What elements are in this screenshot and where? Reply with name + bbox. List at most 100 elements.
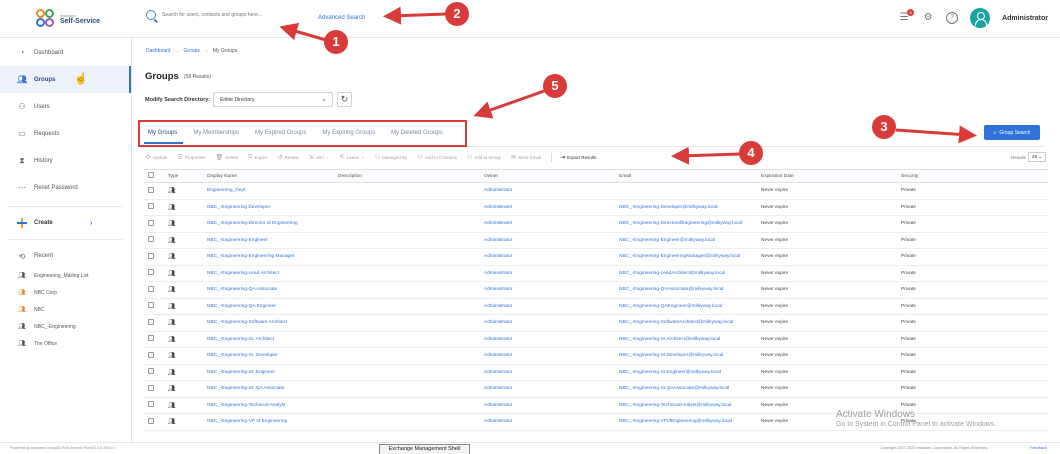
user-name[interactable]: Administrator [1002, 15, 1048, 22]
advanced-search-link[interactable]: Advanced Search [318, 15, 365, 21]
recent-item[interactable]: 👥︎ Engineering_Mailing List [0, 267, 131, 284]
expire-button[interactable]: ⏲ Expire [248, 154, 267, 161]
display-name-cell[interactable]: NBC_-Engineering-Sr. QA Associate [203, 380, 334, 398]
owner-cell[interactable]: Administrator [480, 298, 615, 315]
row-checkbox[interactable] [148, 401, 154, 408]
email-cell[interactable]: NBC_-Engineering-TechnicalAnalyst@milkyw… [615, 397, 757, 414]
row-checkbox[interactable] [148, 186, 154, 193]
display-name-cell[interactable]: NBC_-Engineering-Sr. Architect [203, 331, 334, 348]
email-cell[interactable]: NBC_-Engineering-Developer@milkyway.loca… [615, 199, 757, 216]
display-name-cell[interactable]: NBC_-Engineering-Sr. Engineer [203, 364, 334, 381]
delete-button[interactable]: 🗑︎ Delete [215, 154, 238, 161]
taskbar-exchange-shell[interactable]: Exchange Management Shell [379, 444, 470, 454]
group-search-button[interactable]: ⌕ Group Search [984, 125, 1040, 140]
display-name-cell[interactable]: NBC_-Engineering-Lead Architect [203, 265, 334, 282]
table-row[interactable] [144, 430, 1048, 442]
user-avatar[interactable] [970, 8, 991, 28]
properties-button[interactable]: ☰ Properties [178, 154, 206, 161]
export-results-button[interactable]: ⇥ Export Results [560, 154, 596, 161]
results-per-page-select[interactable]: 25 ⌄ [1027, 152, 1046, 162]
managed-by-button[interactable]: ⚇ Managed By [375, 154, 408, 161]
display-name-cell[interactable]: NBC_-Engineering-VP of Engineering [203, 413, 334, 431]
owner-cell[interactable]: Administrator [480, 397, 615, 414]
add-to-contacts-button[interactable]: ⚇ Add to Contacts [417, 154, 456, 161]
display-name-cell[interactable]: NBC_-Engineering-Engineer [203, 232, 334, 249]
table-row[interactable]: 👥︎ NBC_-Engineering-Sr. Developer Administ… [144, 347, 1048, 365]
row-checkbox[interactable] [148, 285, 154, 292]
table-row[interactable]: 👥︎ NBC_-Engineering-Director of Engineeri… [144, 215, 1048, 233]
notifications-icon[interactable]: ☰ 8 [898, 9, 915, 24]
update-button[interactable]: ⟳ Update [146, 154, 168, 161]
owner-cell[interactable]: Administrator [480, 413, 615, 431]
column-header-owner[interactable]: Owner [480, 169, 615, 183]
add-to-group-button[interactable]: ⚇ Add to Group [467, 154, 501, 161]
owner-cell[interactable]: Administrator [480, 331, 615, 348]
email-cell[interactable]: NBC_-Engineering-Sr.Developer@milkyway.l… [615, 347, 757, 365]
owner-cell[interactable]: Administrator [480, 281, 615, 299]
row-checkbox[interactable] [148, 384, 154, 391]
row-checkbox[interactable] [148, 351, 154, 358]
select-all-checkbox[interactable] [148, 172, 154, 178]
owner-cell[interactable]: Administrator [480, 314, 615, 332]
breadcrumb-dashboard[interactable]: Dashboard [146, 48, 170, 54]
display-name-cell[interactable]: NBC_-Engineering-Software Architect [203, 314, 334, 332]
row-checkbox[interactable] [148, 417, 154, 424]
table-row[interactable]: 👥︎ NBC_-Engineering-Engineer Administrator… [144, 232, 1048, 249]
renew-button[interactable]: ↺ Renew [278, 154, 299, 161]
row-checkbox[interactable] [148, 252, 154, 259]
sidebar-item-reset-password[interactable]: ⋯ Reset Password [0, 174, 131, 201]
sidebar-item-requests[interactable]: ▭ Requests [0, 120, 131, 147]
column-header-description[interactable]: Description [334, 169, 480, 183]
row-checkbox[interactable] [148, 269, 154, 276]
display-name-cell[interactable]: NBC_-Engineering-Sr. Developer [203, 347, 334, 365]
refresh-button[interactable]: ↻ [337, 92, 352, 107]
table-row[interactable]: 👥︎ NBC_-Engineering-Lead Architect Adminis… [144, 265, 1048, 282]
column-header-type[interactable]: Type [164, 169, 203, 183]
owner-cell[interactable]: Administrator [480, 364, 615, 381]
recent-item[interactable]: 👥︎ The Office [0, 335, 131, 352]
row-checkbox[interactable] [148, 368, 154, 375]
email-cell[interactable]: NBC_-Engineering-Engineer@milkyway.local [615, 232, 757, 249]
column-header-email[interactable]: Email [615, 169, 757, 183]
owner-cell[interactable] [480, 430, 615, 442]
row-checkbox[interactable] [148, 318, 154, 325]
table-row[interactable]: 👥︎ Engineering_Dept Administrator Never exp… [144, 182, 1048, 200]
display-name-cell[interactable]: Engineering_Dept [203, 182, 334, 200]
recent-item[interactable]: 👥︎ NBC_-Engineering [0, 318, 131, 335]
email-cell[interactable]: NBC_-Engineering-EngineeringManager@milk… [615, 248, 757, 266]
leave-button[interactable]: ⇱ Leave ⌄ [340, 154, 365, 161]
owner-cell[interactable]: Administrator [480, 265, 615, 282]
display-name-cell[interactable]: NBC_-Engineering Developer [203, 199, 334, 216]
table-row[interactable]: 👥︎ NBC_-Engineering-QA Associate Administr… [144, 281, 1048, 299]
column-header-display-name[interactable]: Display Name [203, 169, 334, 183]
sidebar-item-groups[interactable]: 👥︎ Groups [0, 66, 131, 93]
row-checkbox[interactable] [148, 203, 154, 210]
email-cell[interactable]: NBC_-Engineering-SoftwareArchitect@milky… [615, 314, 757, 332]
recent-item[interactable]: 👥︎ NBC Corp [0, 284, 131, 301]
email-cell[interactable]: NBC_-Engineering-DirectorofEngineering@m… [615, 215, 757, 233]
recent-item[interactable]: 👥︎ NBC [0, 301, 131, 318]
owner-cell[interactable]: Administrator [480, 215, 615, 233]
row-checkbox[interactable] [148, 335, 154, 342]
table-row[interactable]: 👥︎ NBC_-Engineering-Sr. QA Associate Admin… [144, 380, 1048, 398]
row-checkbox[interactable] [148, 219, 154, 226]
email-cell[interactable]: NBC_-Engineering-LeadArchitect@milkyway.… [615, 265, 757, 282]
feedback-link[interactable]: Feedback [1030, 446, 1047, 450]
settings-gear-icon[interactable]: ⚙ [922, 12, 934, 24]
email-cell[interactable] [615, 182, 757, 200]
table-row[interactable]: 👥︎ NBC_-Engineering-Sr. Engineer Administr… [144, 364, 1048, 381]
sidebar-item-history[interactable]: ⧗ History [0, 147, 131, 174]
create-menu[interactable]: Create › [0, 212, 131, 234]
row-checkbox[interactable] [148, 302, 154, 309]
app-logo[interactable]: Imanami Self-Service [36, 9, 100, 29]
breadcrumb-groups[interactable]: Groups [183, 48, 199, 54]
email-cell[interactable]: NBC_-Engineering-VPofEngineering@milkywa… [615, 413, 757, 431]
email-cell[interactable]: NBC_-Engineering-Sr.QAAssociate@milkyway… [615, 380, 757, 398]
table-row[interactable]: 👥︎ NBC_-Engineering-Software Architect Adm… [144, 314, 1048, 332]
sidebar-item-users[interactable]: ⚇ Users [0, 93, 131, 120]
search-input[interactable] [162, 12, 307, 18]
display-name-cell[interactable]: NBC_-Engineering-Engineering Manager [203, 248, 334, 266]
email-cell[interactable]: NBC_-Engineering-QAEngineer@milkyway.loc… [615, 298, 757, 315]
email-cell[interactable] [615, 430, 757, 442]
owner-cell[interactable]: Administrator [480, 182, 615, 200]
